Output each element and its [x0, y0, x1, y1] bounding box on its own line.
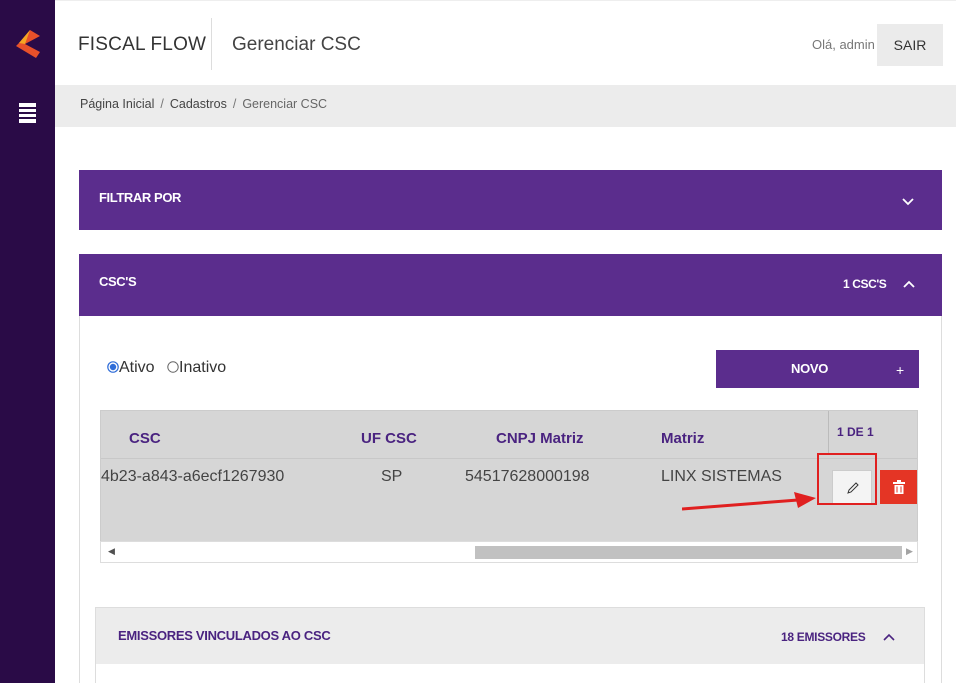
chevron-up-icon[interactable]: [882, 632, 896, 642]
horizontal-scrollbar[interactable]: ◀ ▶: [100, 541, 918, 563]
new-csc-button[interactable]: NOVO +: [716, 350, 919, 388]
annotation-highlight-box: [817, 453, 877, 505]
radio-selected-icon: [107, 361, 119, 373]
user-greeting: Olá, admin: [812, 37, 875, 52]
cell-csc: 4b23-a843-a6ecf1267930: [101, 468, 285, 485]
top-bar: FISCAL FLOW Gerenciar CSC Olá, admin SAI…: [55, 14, 956, 74]
pagination-info: 1 DE 1: [837, 425, 874, 439]
page-title: Gerenciar CSC: [232, 34, 361, 55]
new-button-label: NOVO: [791, 361, 829, 376]
filter-panel-header[interactable]: FILTRAR POR: [79, 170, 942, 230]
plus-icon: +: [896, 362, 905, 378]
column-header-cnpj[interactable]: CNPJ Matriz: [496, 430, 584, 447]
trash-icon: [893, 480, 905, 494]
cell-matriz: LINX SISTEMAS: [661, 468, 782, 485]
chevron-down-icon[interactable]: [901, 196, 915, 206]
cell-uf: SP: [381, 468, 403, 485]
column-divider: [828, 411, 829, 455]
annotation-arrow-icon: [682, 492, 816, 511]
top-strip: [55, 0, 956, 14]
fiscal-flow-logo-icon[interactable]: [16, 30, 40, 58]
app-brand: FISCAL FLOW: [78, 34, 207, 55]
emissores-count-label: 18 EMISSORES: [781, 630, 866, 644]
delete-button[interactable]: [880, 470, 917, 504]
breadcrumb-current: Gerenciar CSC: [242, 97, 328, 111]
status-radio-group: Ativo Inativo: [107, 359, 226, 377]
sidebar: [0, 0, 55, 683]
column-header-matriz[interactable]: Matriz: [661, 430, 704, 447]
breadcrumb-separator: /: [160, 97, 164, 111]
radio-ativo[interactable]: Ativo: [107, 359, 155, 376]
breadcrumb-cadastros[interactable]: Cadastros: [170, 97, 227, 111]
scroll-right-arrow-icon[interactable]: ▶: [906, 546, 913, 557]
logout-button[interactable]: SAIR: [877, 24, 943, 66]
breadcrumb: Página Inicial / Cadastros / Gerenciar CSC: [55, 85, 956, 127]
csc-count-label: 1 CSC'S: [843, 277, 887, 291]
chevron-up-icon[interactable]: [902, 279, 916, 289]
column-header-csc[interactable]: CSC: [129, 430, 161, 447]
csc-panel-header[interactable]: CSC'S 1 CSC'S: [79, 254, 942, 316]
stacked-menu-icon[interactable]: [19, 103, 36, 123]
header-divider: [211, 18, 212, 70]
cell-cnpj: 54517628000198: [465, 468, 590, 485]
column-header-uf[interactable]: UF CSC: [361, 430, 417, 447]
radio-inativo-label: Inativo: [179, 359, 227, 376]
emissores-panel-title: EMISSORES VINCULADOS AO CSC: [118, 628, 331, 643]
emissores-panel-body: [96, 664, 924, 684]
emissores-panel-header[interactable]: EMISSORES VINCULADOS AO CSC 18 EMISSORES: [95, 607, 925, 684]
filter-panel-title: FILTRAR POR: [99, 190, 182, 205]
radio-ativo-label: Ativo: [119, 359, 155, 376]
scroll-left-arrow-icon[interactable]: ◀: [108, 546, 115, 557]
scrollbar-thumb[interactable]: [475, 546, 902, 559]
csc-panel-title: CSC'S: [99, 274, 137, 289]
radio-inativo[interactable]: Inativo: [167, 359, 226, 376]
breadcrumb-home[interactable]: Página Inicial: [80, 97, 154, 111]
breadcrumb-separator: /: [232, 97, 237, 111]
radio-unselected-icon: [167, 361, 179, 373]
